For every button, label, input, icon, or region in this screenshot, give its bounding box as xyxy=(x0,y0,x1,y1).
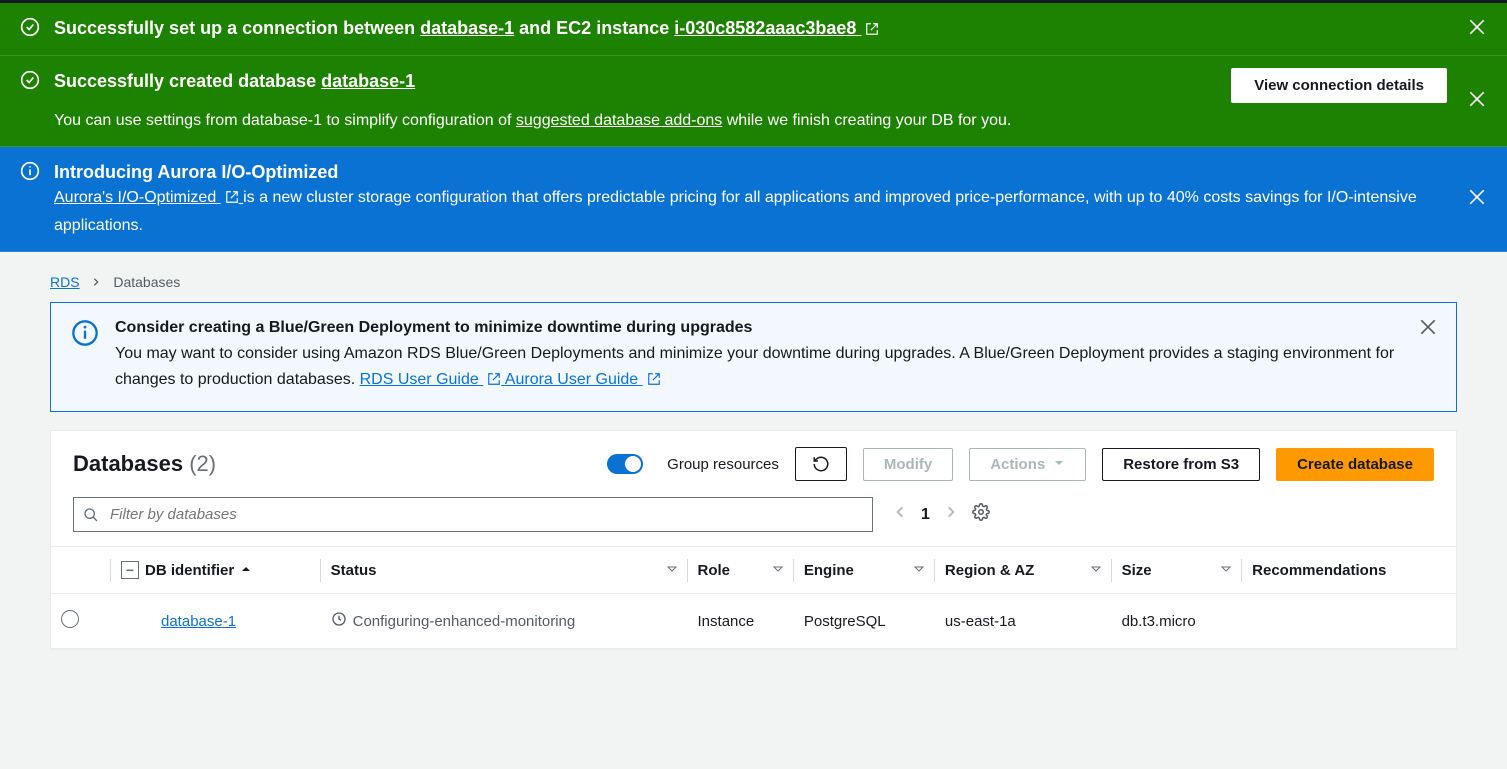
rds-guide-link[interactable]: RDS User Guide xyxy=(360,371,505,388)
expand-all-icon[interactable]: − xyxy=(121,561,139,579)
row-size: db.t3.micro xyxy=(1112,594,1243,649)
banner1-text: Successfully set up a connection between xyxy=(54,18,420,38)
group-resources-label: Group resources xyxy=(667,456,779,473)
sort-asc-icon[interactable] xyxy=(240,562,252,579)
prev-page-icon[interactable] xyxy=(893,505,907,524)
breadcrumb-root[interactable]: RDS xyxy=(50,274,80,290)
banner1-instance-link[interactable]: i-030c8582aaac3bae8 xyxy=(674,18,879,38)
banner2-db-link[interactable]: database-1 xyxy=(321,71,415,91)
banner-db-created: Successfully created database database-1… xyxy=(0,56,1507,147)
success-icon xyxy=(20,17,44,42)
banner2-prefix: Successfully created database xyxy=(54,71,321,91)
banner1-db-link[interactable]: database-1 xyxy=(420,18,514,38)
next-page-icon[interactable] xyxy=(944,505,958,524)
banner1-text2: and EC2 instance xyxy=(519,18,674,38)
actions-dropdown[interactable]: Actions xyxy=(969,448,1086,481)
col-rec[interactable]: Recommendations xyxy=(1242,547,1456,594)
banner2-addons-link[interactable]: suggested database add-ons xyxy=(516,112,722,129)
caret-down-icon xyxy=(1053,456,1065,473)
callout-text: You may want to consider using Amazon RD… xyxy=(115,345,1394,388)
banner3-link[interactable]: Aurora's I/O-Optimized xyxy=(54,189,243,206)
info-icon xyxy=(71,319,99,395)
row-rec xyxy=(1242,594,1456,649)
panel-heading: Databases (2) xyxy=(73,451,216,477)
group-resources-toggle[interactable] xyxy=(607,454,643,474)
row-region: us-east-1a xyxy=(935,594,1112,649)
banner3-body: is a new cluster storage configuration t… xyxy=(54,189,1417,234)
close-icon[interactable] xyxy=(1467,89,1487,114)
filter-caret-icon[interactable] xyxy=(1090,562,1102,579)
banner2-sub-suffix: while we finish creating your DB for you… xyxy=(727,112,1012,129)
close-icon[interactable] xyxy=(1467,187,1487,212)
col-id[interactable]: − DB identifier xyxy=(111,547,321,594)
col-region[interactable]: Region & AZ xyxy=(935,547,1112,594)
search-icon xyxy=(83,507,99,523)
filter-input[interactable] xyxy=(73,497,873,532)
close-icon[interactable] xyxy=(1467,17,1487,42)
col-engine[interactable]: Engine xyxy=(794,547,935,594)
pager: 1 xyxy=(893,503,990,526)
page-number: 1 xyxy=(921,506,930,524)
row-engine: PostgreSQL xyxy=(794,594,935,649)
view-connection-details-button[interactable]: View connection details xyxy=(1231,68,1447,103)
db-id-link[interactable]: database-1 xyxy=(161,613,236,630)
col-status[interactable]: Status xyxy=(321,547,688,594)
aurora-guide-link[interactable]: Aurora User Guide xyxy=(505,371,661,388)
chevron-right-icon xyxy=(91,274,105,290)
modify-button[interactable]: Modify xyxy=(863,448,953,481)
banner2-sub-prefix: You can use settings from database-1 to … xyxy=(54,112,516,129)
col-select xyxy=(51,547,111,594)
row-role: Instance xyxy=(688,594,794,649)
databases-panel: Databases (2) Group resources Modify Act… xyxy=(50,430,1457,650)
create-database-button[interactable]: Create database xyxy=(1276,448,1434,481)
settings-icon[interactable] xyxy=(972,503,990,526)
close-icon[interactable] xyxy=(1418,317,1438,342)
breadcrumb: RDS Databases xyxy=(0,252,1507,302)
col-size[interactable]: Size xyxy=(1112,547,1243,594)
filter-caret-icon[interactable] xyxy=(913,562,925,579)
row-select-radio[interactable] xyxy=(61,610,79,628)
info-icon xyxy=(20,161,44,186)
table-row[interactable]: database-1 Configuring-enhanced-monitori… xyxy=(51,594,1456,649)
bluegreen-callout: Consider creating a Blue/Green Deploymen… xyxy=(50,302,1457,412)
configuring-icon xyxy=(331,611,347,631)
filter-caret-icon[interactable] xyxy=(772,562,784,579)
panel-count: (2) xyxy=(189,451,216,476)
callout-title: Consider creating a Blue/Green Deploymen… xyxy=(115,319,1436,337)
banner-connection-success: Successfully set up a connection between… xyxy=(0,3,1507,56)
refresh-button[interactable] xyxy=(795,447,847,481)
filter-box xyxy=(73,497,873,532)
banner-aurora-io: Introducing Aurora I/O-Optimized Aurora'… xyxy=(0,147,1507,252)
col-role[interactable]: Role xyxy=(688,547,794,594)
filter-caret-icon[interactable] xyxy=(666,562,678,579)
restore-s3-button[interactable]: Restore from S3 xyxy=(1102,448,1260,481)
databases-table: − DB identifier Status Role Engine Regio… xyxy=(51,546,1456,649)
breadcrumb-current: Databases xyxy=(113,274,180,290)
success-icon xyxy=(20,70,44,95)
banner3-title: Introducing Aurora I/O-Optimized xyxy=(54,159,1447,185)
row-status: Configuring-enhanced-monitoring xyxy=(353,613,576,630)
filter-caret-icon[interactable] xyxy=(1220,562,1232,579)
